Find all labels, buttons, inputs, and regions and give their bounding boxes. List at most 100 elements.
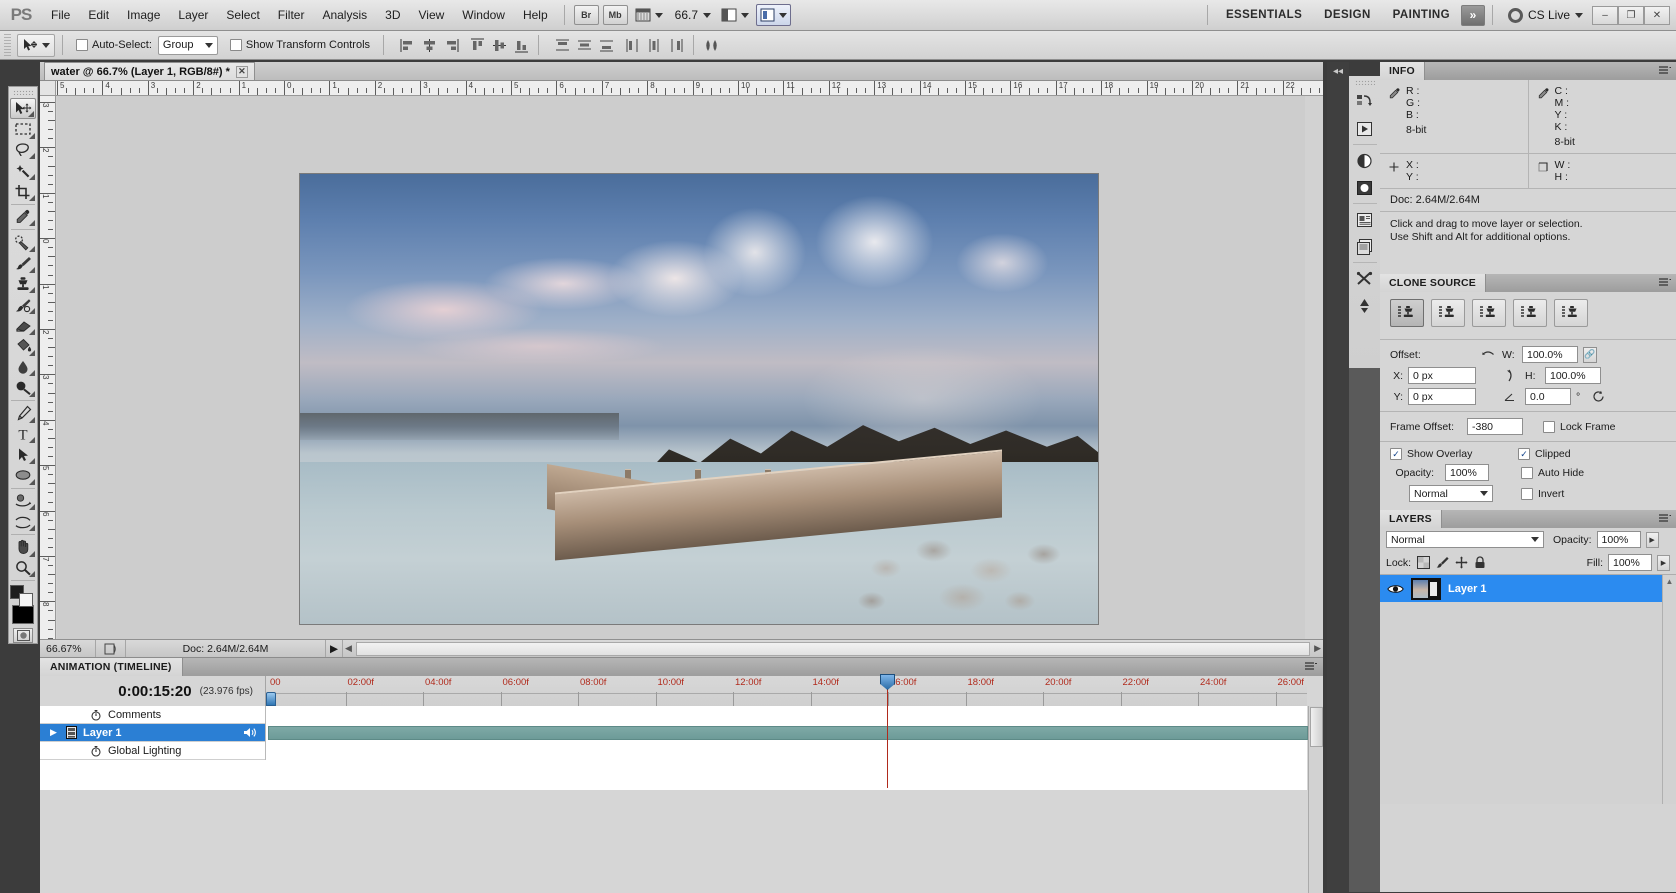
- menu-analysis[interactable]: Analysis: [313, 5, 376, 25]
- rail-grip[interactable]: [1355, 80, 1375, 85]
- menu-3d[interactable]: 3D: [376, 5, 409, 25]
- distribute-left-edges-button[interactable]: [622, 35, 642, 55]
- horizontal-ruler[interactable]: 5432101234567891011121314151617181920212…: [40, 81, 1323, 96]
- distribute-right-edges-button[interactable]: [666, 35, 686, 55]
- layers-fill-field[interactable]: 100%: [1608, 554, 1652, 571]
- crop-tool[interactable]: [10, 181, 36, 202]
- pen-tool[interactable]: [10, 403, 36, 424]
- background-color-swatch[interactable]: [19, 593, 33, 607]
- canvas-area[interactable]: [57, 96, 1305, 657]
- layer-list-scrollbar[interactable]: ▲: [1662, 575, 1676, 804]
- timeline-label-layer-1[interactable]: ▶ Layer 1: [40, 724, 265, 742]
- auto-align-layers-button[interactable]: [701, 35, 721, 55]
- adjustments-icon[interactable]: [1351, 147, 1378, 174]
- 3d-object-rotate-tool[interactable]: [10, 491, 36, 512]
- default-colors-button[interactable]: [12, 605, 34, 624]
- blur-tool[interactable]: [10, 357, 36, 378]
- gradient-tool[interactable]: [10, 336, 36, 357]
- image-canvas[interactable]: [299, 173, 1099, 625]
- align-right-edges-button[interactable]: [441, 35, 461, 55]
- clone-source-button-3[interactable]: [1472, 299, 1506, 327]
- menu-select[interactable]: Select: [217, 5, 268, 25]
- expand-track-icon[interactable]: ▶: [50, 727, 60, 738]
- workspace-painting[interactable]: PAINTING: [1382, 5, 1461, 25]
- tool-preset-picker[interactable]: [17, 34, 55, 57]
- clone-w-field[interactable]: 100.0%: [1522, 346, 1578, 363]
- screen-mode-button[interactable]: [718, 4, 752, 26]
- masks-icon[interactable]: [1351, 174, 1378, 201]
- tab-animation-timeline[interactable]: ANIMATION (TIMELINE): [40, 658, 183, 676]
- vertical-ruler[interactable]: 3210123456789: [40, 96, 56, 657]
- brush-tool[interactable]: [10, 253, 36, 274]
- rectangular-marquee-tool[interactable]: [10, 119, 36, 140]
- dodge-tool[interactable]: [10, 377, 36, 398]
- lock-position-icon[interactable]: [1454, 556, 1468, 570]
- invert-checkbox[interactable]: [1521, 488, 1533, 500]
- clone-source-button-2[interactable]: [1431, 299, 1465, 327]
- hand-tool[interactable]: [10, 537, 36, 558]
- layer-row-layer-1[interactable]: Layer 1: [1380, 575, 1676, 602]
- clone-source-panel-menu-icon[interactable]: [1659, 278, 1671, 288]
- lock-frame-checkbox[interactable]: [1543, 421, 1555, 433]
- clone-link-dimensions-icon[interactable]: 🔗: [1583, 347, 1597, 363]
- timeline-row-comments[interactable]: Comments: [40, 706, 1307, 724]
- align-bottom-edges-button[interactable]: [511, 35, 531, 55]
- ellipse-tool[interactable]: [10, 465, 36, 486]
- timeline-work-area-start-marker[interactable]: [266, 692, 276, 706]
- workspace-essentials[interactable]: ESSENTIALS: [1215, 5, 1313, 25]
- timeline-playhead[interactable]: [887, 688, 888, 788]
- lock-image-pixels-icon[interactable]: [1435, 556, 1449, 570]
- document-tab-water[interactable]: water @ 66.7% (Layer 1, RGB/8#) * ✕: [44, 62, 255, 80]
- status-menu-arrow-icon[interactable]: ▶: [325, 640, 342, 658]
- tab-layers[interactable]: LAYERS: [1380, 510, 1442, 528]
- layers-fill-stepper[interactable]: ▶: [1657, 555, 1670, 571]
- clone-h-field[interactable]: 100.0%: [1545, 367, 1601, 384]
- layers-opacity-stepper[interactable]: ▶: [1646, 532, 1659, 548]
- close-button[interactable]: ✕: [1644, 6, 1670, 25]
- timeline-track-lane[interactable]: [265, 706, 1307, 724]
- flip-vertical-icon[interactable]: [1504, 369, 1520, 382]
- layer-thumbnail[interactable]: [1411, 578, 1441, 600]
- distribute-top-edges-button[interactable]: [552, 35, 572, 55]
- show-transform-checkbox[interactable]: [230, 39, 242, 51]
- align-vertical-centers-button[interactable]: [489, 35, 509, 55]
- move-tool[interactable]: [10, 98, 36, 119]
- clone-y-field[interactable]: 0 px: [1408, 388, 1476, 405]
- scroll-left-arrow-icon[interactable]: ◀: [345, 643, 352, 654]
- menu-layer[interactable]: Layer: [169, 5, 217, 25]
- clone-source-button-5[interactable]: [1554, 299, 1588, 327]
- collapse-dock-icon[interactable]: ◂◂: [1327, 62, 1349, 77]
- clone-angle-field[interactable]: 0.0: [1525, 388, 1571, 405]
- timeline-ruler[interactable]: 0002:00f04:00f06:00f08:00f10:00f12:00f14…: [265, 676, 1307, 706]
- layer-comps-icon[interactable]: [1351, 233, 1378, 260]
- history-icon[interactable]: [1351, 88, 1378, 115]
- tools-icon[interactable]: [1351, 265, 1378, 292]
- 3d-camera-rotate-tool[interactable]: [10, 511, 36, 532]
- auto-select-scope-dropdown[interactable]: Group: [158, 36, 218, 55]
- show-overlay-checkbox[interactable]: [1390, 448, 1402, 460]
- actions-icon[interactable]: [1351, 115, 1378, 142]
- lock-all-icon[interactable]: [1473, 556, 1487, 570]
- layer-blend-mode-dropdown[interactable]: Normal: [1386, 531, 1544, 548]
- timeline-scroll-thumb[interactable]: [1310, 707, 1323, 747]
- flip-horizontal-icon[interactable]: [1481, 349, 1497, 360]
- minimize-button[interactable]: –: [1592, 6, 1618, 25]
- menu-image[interactable]: Image: [118, 5, 169, 25]
- status-zoom-value[interactable]: 66.67%: [40, 643, 95, 655]
- clone-x-field[interactable]: 0 px: [1408, 367, 1476, 384]
- animation-panel-menu-icon[interactable]: [1305, 662, 1317, 672]
- history-brush-tool[interactable]: [10, 294, 36, 315]
- lasso-tool[interactable]: [10, 140, 36, 161]
- clone-frame-offset-field[interactable]: -380: [1467, 418, 1523, 435]
- quick-selection-tool[interactable]: [10, 160, 36, 181]
- info-panel-menu-icon[interactable]: [1659, 66, 1671, 76]
- launch-bridge-button[interactable]: Br: [574, 5, 599, 25]
- tab-clone-source[interactable]: CLONE SOURCE: [1380, 274, 1486, 292]
- spot-healing-brush-tool[interactable]: [10, 232, 36, 253]
- timeline-vertical-scrollbar[interactable]: [1308, 706, 1323, 893]
- dock-collapse-strip[interactable]: ◂◂: [1327, 62, 1349, 892]
- lock-transparent-pixels-icon[interactable]: [1416, 556, 1430, 570]
- maximize-button[interactable]: ❐: [1618, 6, 1644, 25]
- stopwatch-icon[interactable]: [90, 745, 102, 757]
- clone-source-button-1[interactable]: [1390, 299, 1424, 327]
